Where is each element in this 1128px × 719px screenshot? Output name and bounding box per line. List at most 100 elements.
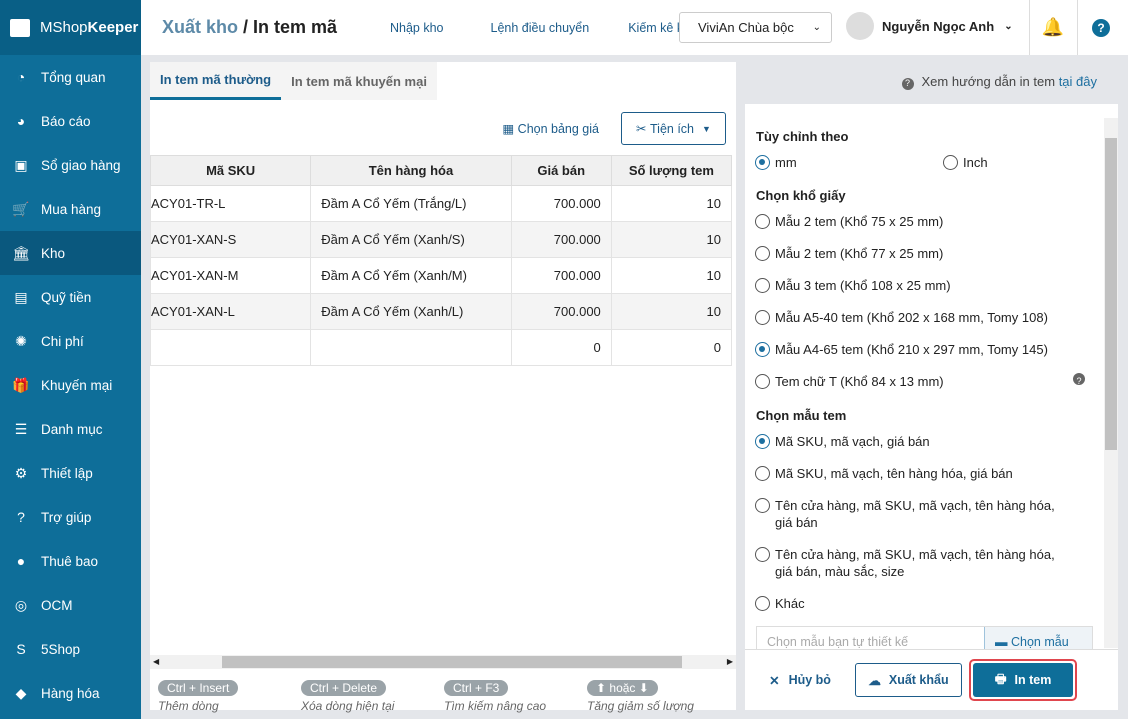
sidebar-item[interactable]: 🛒 Mua hàng	[0, 187, 141, 231]
template-option[interactable]: Tên cửa hàng, mã SKU, mã vạch, tên hàng …	[755, 546, 1075, 580]
sidebar-item[interactable]: S 5Shop	[0, 627, 141, 671]
store-select[interactable]: ViviAn Chùa bộc ⌄	[679, 12, 832, 43]
sidebar-item[interactable]: ☰ Danh mục	[0, 407, 141, 451]
sidebar-item[interactable]: ✺ Chi phí	[0, 319, 141, 363]
paper-option[interactable]: Mẫu 2 tem (Khổ 75 x 25 mm)	[755, 213, 1085, 230]
sidebar-item[interactable]: ● Thuê bao	[0, 539, 141, 583]
table-cell[interactable]: ACY01-XAN-M	[149, 257, 312, 294]
help-icon[interactable]: ?	[1077, 0, 1124, 55]
table-cell[interactable]: ACY01-TR-L	[149, 185, 312, 222]
table-cell[interactable]: 10	[610, 221, 733, 258]
table-row[interactable]: ACY01-XAN-L Đầm A Cổ Yếm (Xanh/L) 700.000 1…	[149, 293, 733, 330]
help-here-link[interactable]: tại đây	[1059, 74, 1097, 89]
paper-option[interactable]: Mẫu 2 tem (Khổ 77 x 25 mm)	[755, 245, 1085, 262]
template-option[interactable]: Tên cửa hàng, mã SKU, mã vạch, tên hàng …	[755, 497, 1075, 531]
template-option[interactable]: Mã SKU, mã vạch, giá bán	[755, 433, 1075, 450]
print-button[interactable]: 🖶 In tem	[973, 663, 1073, 697]
utilities-button[interactable]: ✂ Tiện ích ▼	[621, 112, 726, 145]
table-cell[interactable]: 700.000	[510, 293, 612, 330]
scroll-left-icon[interactable]: ◀	[153, 657, 159, 666]
column-header[interactable]: Tên hàng hóa	[310, 155, 512, 186]
unit-inch-label: Inch	[963, 155, 988, 170]
paper-label: Tem chữ T (Khổ 84 x 13 mm)	[775, 374, 944, 389]
table-cell[interactable]: Đầm A Cổ Yếm (Trắng/L)	[310, 185, 512, 222]
table-cell[interactable]: ACY01-XAN-S	[149, 221, 312, 258]
sidebar-item[interactable]: ⚙ Thiết lập	[0, 451, 141, 495]
template-radio[interactable]	[755, 466, 770, 481]
paper-radio[interactable]	[755, 310, 770, 325]
choose-template-label: Chọn mẫu	[1010, 635, 1069, 649]
paper-option[interactable]: Mẫu A4-65 tem (Khổ 210 x 297 mm, Tomy 14…	[755, 341, 1085, 358]
table-cell[interactable]: 10	[610, 257, 733, 294]
table-cell[interactable]	[149, 329, 312, 366]
table-cell[interactable]	[310, 329, 512, 366]
paper-option[interactable]: Tem chữ T (Khổ 84 x 13 mm)?	[755, 373, 1085, 390]
sidebar-item[interactable]: ▣ Sổ giao hàng	[0, 143, 141, 187]
sidebar-item[interactable]: 🎁 Khuyến mại	[0, 363, 141, 407]
scroll-thumb[interactable]	[1105, 138, 1117, 450]
radio-inch[interactable]	[943, 155, 958, 170]
column-header[interactable]: Số lượng tem	[610, 155, 733, 186]
tab-normal-label[interactable]: In tem mã thường	[150, 62, 282, 100]
sidebar-item[interactable]: 🏛 Kho	[0, 231, 141, 275]
template-radio[interactable]	[755, 547, 770, 562]
help-icon[interactable]: ?	[1073, 373, 1085, 386]
sidebar-item[interactable]: ◕ Báo cáo	[0, 99, 141, 143]
paper-radio[interactable]	[755, 342, 770, 357]
table-row[interactable]: ACY01-XAN-M Đầm A Cổ Yếm (Xanh/M) 700.000 1…	[149, 257, 733, 294]
tab-promo-label[interactable]: In tem mã khuyến mại	[281, 62, 437, 100]
column-header[interactable]: Mã SKU	[149, 155, 312, 186]
table-row[interactable]: ACY01-XAN-S Đầm A Cổ Yếm (Xanh/S) 700.000 1…	[149, 221, 733, 258]
vertical-scrollbar[interactable]	[1104, 118, 1118, 648]
radio-mm[interactable]	[755, 155, 770, 170]
table-cell[interactable]: ACY01-XAN-L	[149, 293, 312, 330]
nav-lenh-dieu-chuyen[interactable]: Lệnh điều chuyển	[491, 21, 590, 35]
template-radio[interactable]	[755, 498, 770, 513]
table-row[interactable]: 00	[149, 329, 733, 366]
table-cell[interactable]: 10	[610, 293, 733, 330]
user-menu[interactable]: Nguyễn Ngọc Anh ⌄	[846, 12, 1013, 40]
caret-down-icon: ▼	[702, 123, 711, 134]
export-button[interactable]: ☁ Xuất khẩu	[855, 663, 962, 697]
breadcrumb-parent[interactable]: Xuất kho	[162, 17, 238, 37]
sidebar-item[interactable]: ? Trợ giúp	[0, 495, 141, 539]
cancel-label: Hủy bỏ	[788, 673, 831, 687]
export-label: Xuất khẩu	[888, 673, 949, 687]
paper-radio[interactable]	[755, 246, 770, 261]
paper-radio[interactable]	[755, 374, 770, 389]
unit-inch-option[interactable]: Inch	[943, 154, 1043, 171]
sidebar-item[interactable]: ◆ Hàng hóa	[0, 671, 141, 715]
logo[interactable]: MShop Keeper	[0, 0, 141, 55]
template-radio[interactable]	[755, 596, 770, 611]
sidebar-item[interactable]: ◔ Tổng quan	[0, 55, 141, 99]
table-row[interactable]: ACY01-TR-L Đầm A Cổ Yếm (Trắng/L) 700.000 1…	[149, 185, 733, 222]
paper-option[interactable]: Mẫu A5-40 tem (Khổ 202 x 168 mm, Tomy 10…	[755, 309, 1085, 326]
table-cell[interactable]: 0	[510, 329, 612, 366]
paper-option[interactable]: Mẫu 3 tem (Khổ 108 x 25 mm)	[755, 277, 1085, 294]
nav-nhap-kho[interactable]: Nhập kho	[390, 21, 444, 35]
scroll-thumb[interactable]	[222, 656, 682, 668]
unit-mm-option[interactable]: mm	[755, 154, 933, 171]
bell-icon[interactable]: 🔔	[1029, 0, 1076, 55]
table-cell[interactable]: 700.000	[510, 221, 612, 258]
template-option[interactable]: Khác	[755, 595, 1075, 612]
table-cell[interactable]: Đầm A Cổ Yếm (Xanh/S)	[310, 221, 512, 258]
horizontal-scrollbar[interactable]: ◀ ▶	[150, 655, 736, 669]
table-cell[interactable]: Đầm A Cổ Yếm (Xanh/L)	[310, 293, 512, 330]
sidebar-item[interactable]: ◎ OCM	[0, 583, 141, 627]
table-cell[interactable]: 0	[610, 329, 733, 366]
column-header[interactable]: Giá bán	[510, 155, 612, 186]
folder-icon: ▬	[995, 635, 1011, 649]
table-cell[interactable]: 700.000	[510, 185, 612, 222]
template-option[interactable]: Mã SKU, mã vạch, tên hàng hóa, giá bán	[755, 465, 1075, 482]
table-cell[interactable]: 700.000	[510, 257, 612, 294]
table-cell[interactable]: Đầm A Cổ Yếm (Xanh/M)	[310, 257, 512, 294]
scroll-right-icon[interactable]: ▶	[727, 657, 733, 666]
cancel-button[interactable]: ✕ Hủy bỏ	[745, 663, 855, 697]
paper-radio[interactable]	[755, 214, 770, 229]
template-radio[interactable]	[755, 434, 770, 449]
paper-radio[interactable]	[755, 278, 770, 293]
table-cell[interactable]: 10	[610, 185, 733, 222]
sidebar-item[interactable]: ▤ Quỹ tiền	[0, 275, 141, 319]
choose-price-table-button[interactable]: ▦ Chọn bảng giá	[502, 121, 599, 136]
